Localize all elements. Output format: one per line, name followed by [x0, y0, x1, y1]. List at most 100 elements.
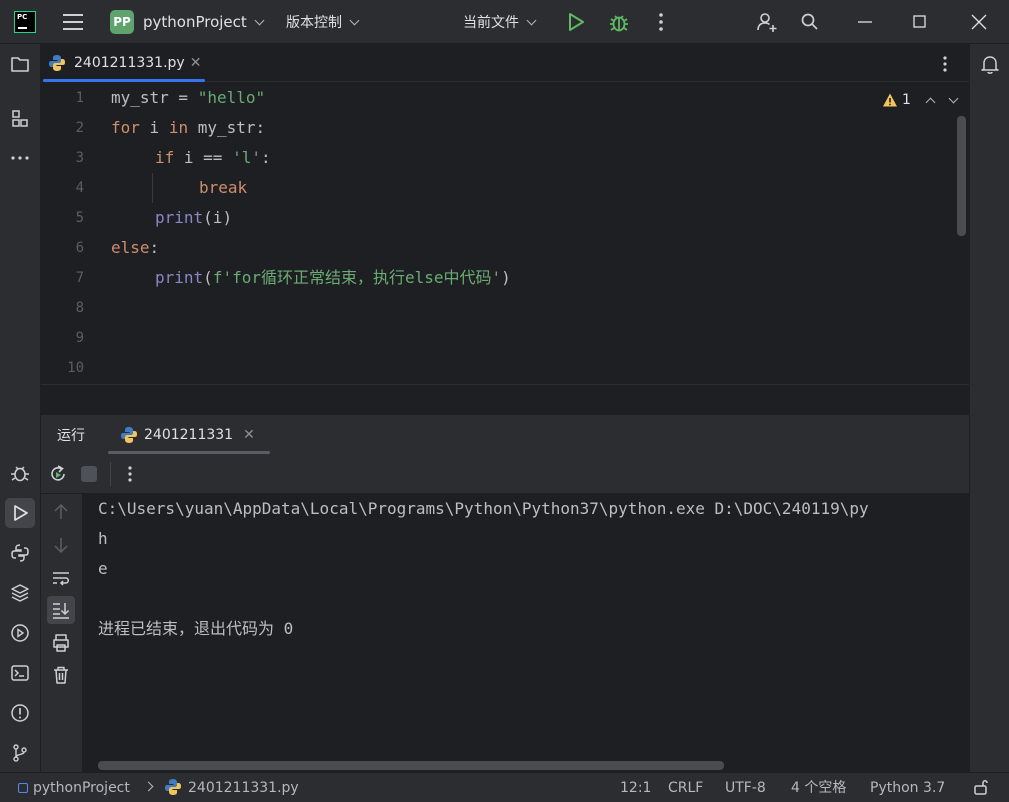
line-number: 4: [75, 180, 84, 196]
search-icon[interactable]: [799, 11, 821, 33]
status-bar: pythonProject 2401211331.py 12:1 CRLF UT…: [0, 772, 1009, 802]
more-actions-icon[interactable]: [655, 11, 667, 33]
run-config-label: 当前文件: [463, 15, 519, 31]
debug-button[interactable]: [608, 10, 630, 34]
git-icon[interactable]: [9, 742, 31, 764]
inspection-widget[interactable]: 1: [882, 90, 959, 110]
panel-splitter[interactable]: [41, 384, 969, 415]
python-file-icon: [121, 426, 137, 443]
code-line: print(i): [155, 208, 233, 227]
debug-tool-icon[interactable]: [9, 462, 31, 484]
code-editor[interactable]: 1 2 3 4 5 6 7 8 9 10 my_str = "hello" fo…: [41, 82, 969, 384]
lock-icon[interactable]: [972, 778, 990, 796]
line-number: 7: [75, 270, 84, 286]
editor-tabs: 2401211331.py ✕: [41, 44, 969, 82]
indent-setting[interactable]: 4 个空格: [791, 779, 846, 797]
chevron-down-icon: [526, 15, 537, 25]
run-window-header: 运行 2401211331 ✕: [41, 415, 969, 454]
console-line: C:\Users\yuan\AppData\Local\Programs\Pyt…: [98, 499, 869, 518]
close-window-icon[interactable]: [969, 11, 989, 33]
line-number: 10: [67, 360, 84, 376]
terminal-icon[interactable]: [9, 662, 31, 684]
left-tool-strip: [0, 44, 41, 772]
line-number: 3: [75, 150, 84, 166]
play-icon: [569, 13, 584, 31]
project-folder-icon[interactable]: [9, 53, 31, 75]
indent-guide: [152, 173, 153, 203]
minimize-icon[interactable]: [856, 12, 874, 32]
line-number: 2: [75, 120, 84, 136]
arrow-down-icon[interactable]: [50, 534, 72, 556]
more-tools-icon[interactable]: [9, 147, 31, 169]
clear-trash-icon[interactable]: [50, 664, 72, 686]
stop-icon[interactable]: [81, 466, 97, 482]
add-user-icon[interactable]: [756, 10, 778, 34]
line-number: 6: [75, 240, 84, 256]
arrow-up-icon[interactable]: [50, 501, 72, 523]
line-separator[interactable]: CRLF: [668, 779, 703, 797]
main-menu-icon[interactable]: [62, 12, 84, 32]
line-number: 9: [75, 330, 84, 346]
project-badge[interactable]: PP: [110, 10, 134, 34]
notifications-bell-icon[interactable]: [979, 53, 1001, 75]
maximize-icon[interactable]: [911, 12, 929, 32]
tab-actions-icon[interactable]: [941, 54, 949, 74]
project-name: pythonProject: [143, 13, 247, 31]
module-icon: [18, 783, 28, 793]
code-line: break: [199, 178, 248, 197]
file-encoding[interactable]: UTF-8: [725, 779, 766, 797]
console-line: 进程已结束，退出代码为 0: [98, 619, 294, 638]
rerun-icon[interactable]: [47, 463, 69, 485]
line-number: 5: [75, 210, 84, 226]
python-file-icon: [49, 55, 65, 71]
toolbar-divider: [110, 462, 111, 486]
print-icon[interactable]: [50, 632, 72, 654]
run-config-selector[interactable]: 当前文件: [463, 12, 537, 32]
breadcrumb-project[interactable]: pythonProject: [33, 779, 130, 797]
python-interpreter[interactable]: Python 3.7: [870, 779, 945, 797]
problems-icon[interactable]: [9, 702, 31, 724]
vcs-label: 版本控制: [286, 15, 342, 31]
close-tab-icon[interactable]: ✕: [190, 55, 202, 71]
services-icon[interactable]: [9, 622, 31, 644]
editor-tab-label: 2401211331.py: [74, 55, 185, 71]
warning-icon: [883, 93, 897, 107]
code-line: if i == 'l':: [155, 148, 271, 167]
python-console-icon[interactable]: [9, 542, 31, 564]
right-tool-strip: [969, 44, 1009, 772]
more-actions-icon[interactable]: [126, 463, 134, 485]
code-line: else:: [111, 238, 160, 257]
bug-icon: [610, 15, 628, 32]
code-line: for i in my_str:: [111, 118, 266, 137]
project-selector[interactable]: pythonProject: [143, 12, 265, 32]
close-tab-icon[interactable]: ✕: [243, 427, 255, 443]
soft-wrap-icon[interactable]: [50, 567, 72, 589]
line-number: 1: [75, 90, 84, 106]
structure-icon[interactable]: [9, 107, 31, 129]
editor-tab-file[interactable]: 2401211331.py ✕: [43, 44, 205, 82]
run-window-title: 运行: [57, 428, 85, 444]
code-line: print(f'for循环正常结束，执行else中代码'): [155, 268, 511, 287]
run-side-toolbar: [41, 494, 82, 772]
pycharm-logo-icon: PC: [14, 11, 36, 33]
editor-vertical-scrollbar[interactable]: [957, 116, 966, 236]
console-line: e: [98, 559, 108, 578]
next-highlight-icon[interactable]: [948, 93, 959, 103]
caret-position[interactable]: 12:1: [620, 779, 651, 797]
code-line: my_str = "hello": [111, 88, 266, 107]
previous-highlight-icon[interactable]: [925, 97, 936, 107]
console-horizontal-scrollbar[interactable]: [98, 761, 724, 770]
line-gutter: 1 2 3 4 5 6 7 8 9 10: [41, 82, 101, 384]
scroll-to-end-icon[interactable]: [47, 596, 75, 624]
run-console-output[interactable]: C:\Users\yuan\AppData\Local\Programs\Pyt…: [82, 494, 969, 772]
run-tab-label: 2401211331: [144, 426, 234, 443]
python-packages-icon[interactable]: [9, 582, 31, 604]
chevron-down-icon: [349, 15, 360, 25]
vcs-menu[interactable]: 版本控制: [286, 12, 360, 32]
console-line: h: [98, 529, 108, 548]
breadcrumb-file[interactable]: 2401211331.py: [188, 779, 299, 797]
run-button[interactable]: [566, 11, 586, 33]
run-config-tab[interactable]: 2401211331 ✕: [108, 415, 270, 454]
run-tool-icon[interactable]: [5, 498, 35, 528]
python-file-icon: [164, 778, 182, 796]
